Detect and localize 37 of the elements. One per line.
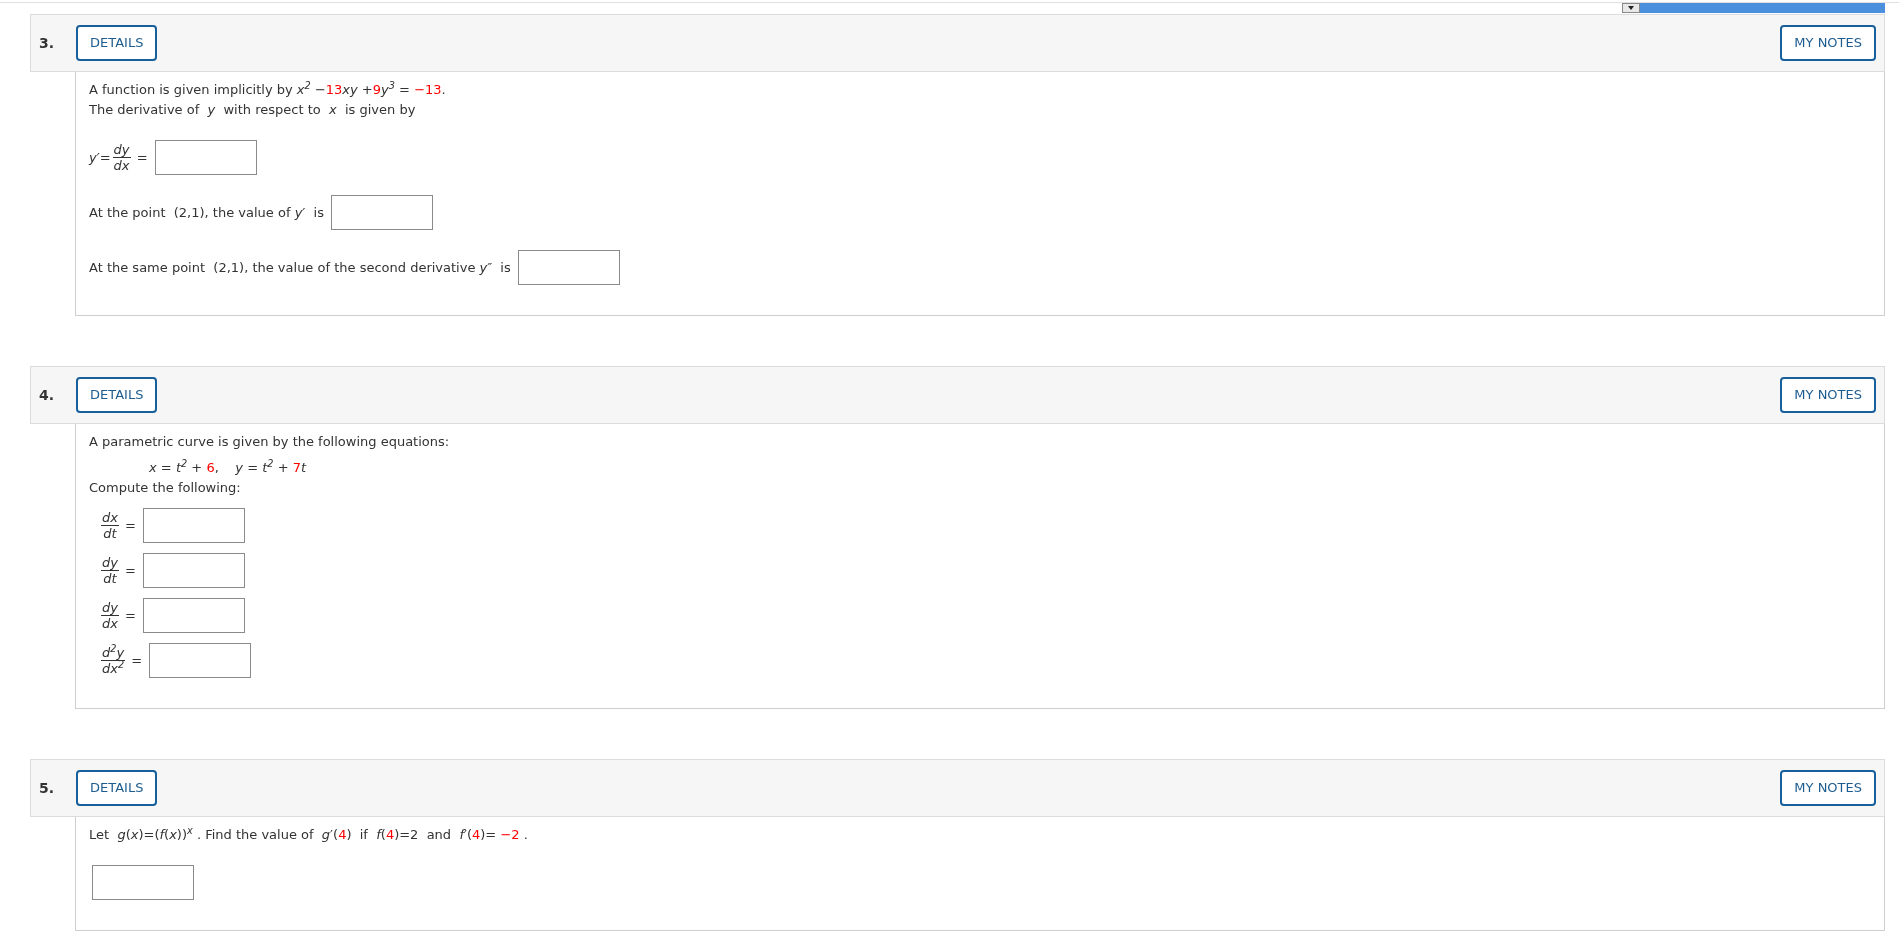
question-text: y′= [89,148,111,167]
question-text: A function is given implicitly by x$^{2}$ −13xy +9y$^{3}$ = −13. [89,80,447,99]
question-number: 3. [39,33,56,53]
details-button[interactable]: DETAILS [76,25,158,61]
fraction: dy dx [112,142,131,173]
answer-box[interactable] [149,643,252,678]
question-text: = [130,651,144,670]
question-text: At the same point (2,1), the value of the second derivative y″ is [89,258,512,277]
question-text: = [135,148,149,167]
question-text: = [124,561,137,580]
caret-icon [1628,6,1634,10]
details-button[interactable]: DETAILS [76,770,158,806]
my-notes-button[interactable]: MY NOTES [1780,377,1876,413]
my-notes-button[interactable]: MY NOTES [1780,25,1876,61]
dropdown-button[interactable] [1622,3,1640,13]
fraction: dy dt [101,555,119,586]
equation-text: x = t$^{2}$ + 6, y = t$^{2}$ + 7t [148,458,308,477]
question-text: At the point (2,1), the value of y′ is [89,203,325,222]
fraction: dy dx [101,600,119,631]
answer-box[interactable] [143,598,246,633]
question-number: 5. [39,778,56,798]
question-number: 4. [39,385,56,405]
answer-box[interactable] [331,195,434,230]
question-text: The derivative of y with respect to x is given by [89,101,417,119]
question-text: = [124,516,137,535]
question-text: Let g(x)=(f(x))$^{x}$ . Find the value of g′(4) if f(4)=2 and f′(4)= −2 . [89,825,529,844]
answer-box[interactable] [517,250,620,285]
answer-box[interactable] [92,865,194,900]
answer-box[interactable] [143,508,246,543]
fraction: dx dt [101,510,119,541]
question-text: A parametric curve is given by the following equations: [89,433,451,451]
answer-box[interactable] [143,553,246,588]
my-notes-button[interactable]: MY NOTES [1780,770,1876,806]
question-text: Compute the following: [89,479,242,497]
answer-box[interactable] [154,140,257,175]
details-button[interactable]: DETAILS [76,377,158,413]
question-text: = [124,606,137,625]
